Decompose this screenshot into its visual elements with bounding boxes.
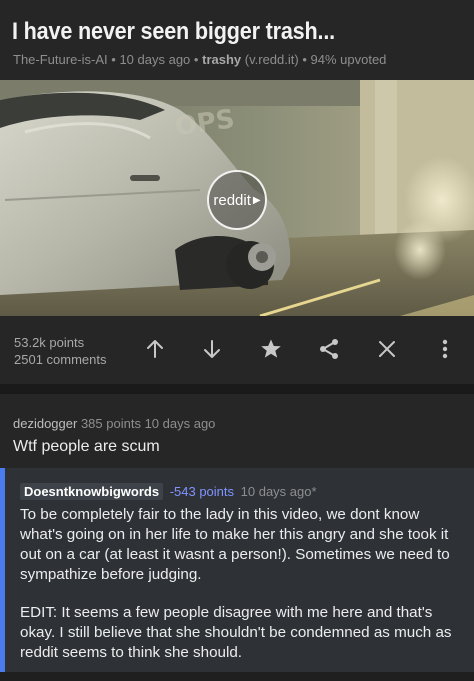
save-button[interactable]	[257, 335, 285, 363]
star-icon	[261, 339, 281, 358]
share-button[interactable]	[315, 335, 343, 363]
meta-separator: •	[302, 52, 307, 67]
comment-author[interactable]: Doesntknowbigwords	[20, 483, 164, 500]
badge-label: reddit	[213, 191, 251, 209]
post-domain[interactable]: (v.redd.it)	[245, 52, 299, 67]
play-icon: ▶	[252, 194, 261, 206]
upvote-icon	[147, 340, 163, 358]
reddit-video-badge[interactable]: reddit ▶	[207, 170, 267, 230]
post-title[interactable]: I have never seen bigger trash...	[12, 18, 335, 46]
post-header: I have never seen bigger trash... The-Fu…	[0, 0, 474, 80]
close-icon	[379, 341, 395, 357]
comment-paragraph: EDIT: It seems a few people disagree wit…	[20, 604, 452, 661]
upvote-ratio: 94% upvoted	[310, 52, 387, 67]
post-age: 10 days ago	[119, 52, 191, 67]
comment-body: To be completely fair to the lady in thi…	[20, 505, 466, 681]
post-stats-bar: 53.2k points 2501 comments	[0, 316, 474, 384]
video-thumbnail[interactable]: OPS reddit ▶	[0, 80, 474, 316]
downvote-icon	[204, 340, 220, 358]
comment-meta: dezidogger 385 points 10 days ago	[13, 416, 215, 431]
downvote-button[interactable]	[198, 335, 226, 363]
comment-reply[interactable]: Doesntknowbigwords -543 points 10 days a…	[0, 468, 474, 672]
comment[interactable]: dezidogger 385 points 10 days ago Wtf pe…	[0, 394, 474, 468]
comment-paragraph: To be completely fair to the lady in thi…	[20, 506, 450, 583]
post-author[interactable]: The-Future-is-AI	[13, 52, 108, 67]
share-icon	[320, 339, 338, 359]
comment-body: Wtf people are scum	[13, 438, 160, 455]
meta-separator: •	[111, 52, 116, 67]
meta-separator: •	[193, 52, 199, 67]
hide-button[interactable]	[373, 335, 401, 363]
post-meta: The-Future-is-AI • 10 days ago • trashy …	[13, 52, 386, 67]
section-divider	[0, 384, 474, 394]
comment-age: 10 days ago*	[240, 484, 317, 499]
comment-points: 385 points	[80, 416, 141, 431]
indent-bar	[0, 468, 5, 672]
more-vertical-icon	[442, 339, 448, 359]
post-comments-count[interactable]: 2501 comments	[14, 352, 107, 367]
post-points: 53.2k points	[14, 335, 85, 350]
post-subreddit[interactable]: trashy	[202, 52, 241, 67]
comment-author[interactable]: dezidogger	[13, 416, 77, 431]
upvote-button[interactable]	[141, 335, 169, 363]
comment-meta: Doesntknowbigwords -543 points 10 days a…	[20, 483, 317, 500]
comment-points: -543 points	[169, 484, 235, 499]
more-options-button[interactable]	[431, 335, 459, 363]
comment-age: 10 days ago	[144, 416, 216, 431]
